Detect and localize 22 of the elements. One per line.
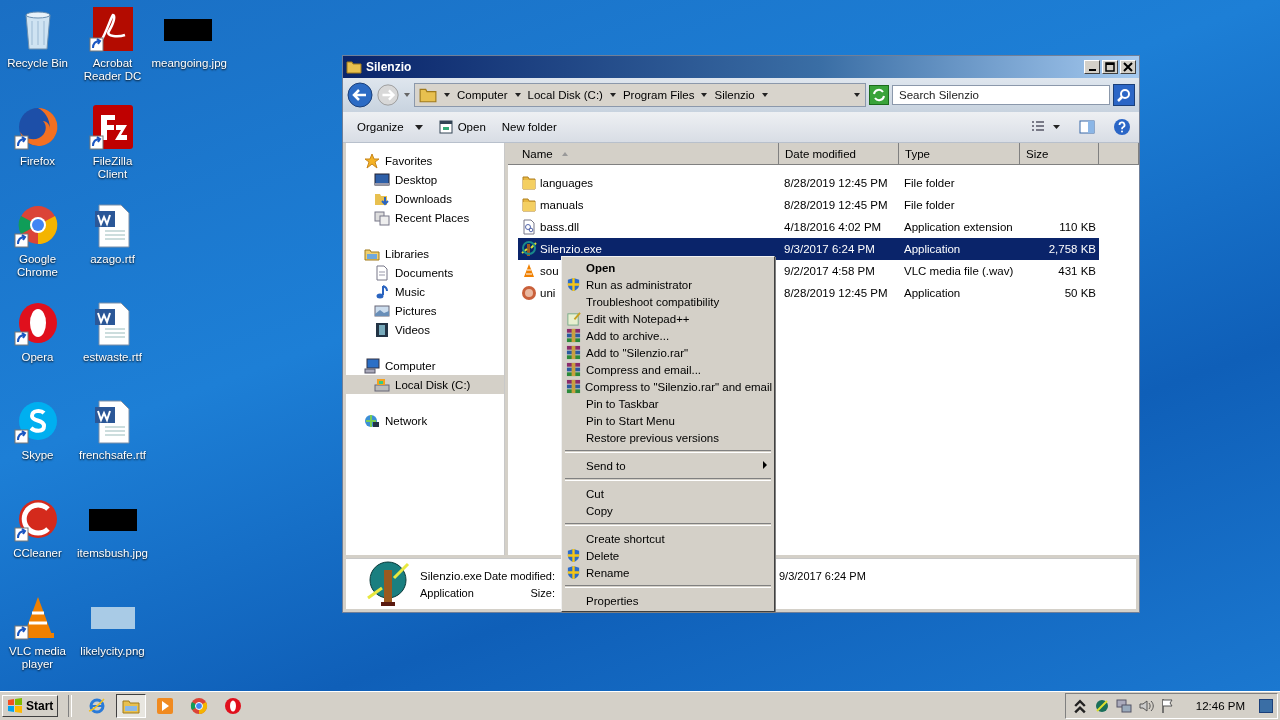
property-label: Date modified: — [484, 569, 555, 582]
table-cell: 9/3/2017 6:24 PM — [779, 238, 899, 260]
window-title: Silenzio — [366, 60, 412, 74]
table-cell-text: 50 KB — [1063, 286, 1097, 301]
property-label: Size: — [529, 586, 555, 599]
property-value: 9/3/2017 6:24 PM — [778, 569, 866, 582]
table-cell-text: 9/2/2017 4:58 PM — [783, 264, 876, 279]
table-cell-text: 8/28/2019 12:45 PM — [783, 176, 889, 191]
file-type: Application — [420, 586, 475, 599]
table-cell: 2,758 KB — [1020, 238, 1099, 260]
table-cell-text: File folder — [903, 176, 956, 191]
table-cell-text: 110 KB — [1058, 220, 1097, 235]
table-cell-text: 8/28/2019 12:45 PM — [783, 198, 889, 213]
table-cell-text: VLC media file (.wav) — [903, 264, 1015, 279]
table-cell-text: 8/28/2019 12:45 PM — [783, 286, 889, 301]
table-cell-text: 4/18/2016 4:02 PM — [783, 220, 883, 235]
table-cell: Application — [899, 238, 1020, 260]
table-cell-text: Application extension — [903, 220, 1014, 235]
table-cell-text: 431 KB — [1057, 264, 1097, 279]
table-cell-text: Application — [903, 286, 962, 301]
table-cell-text: File folder — [903, 198, 956, 213]
file-name: Silenzio.exe — [420, 569, 482, 582]
